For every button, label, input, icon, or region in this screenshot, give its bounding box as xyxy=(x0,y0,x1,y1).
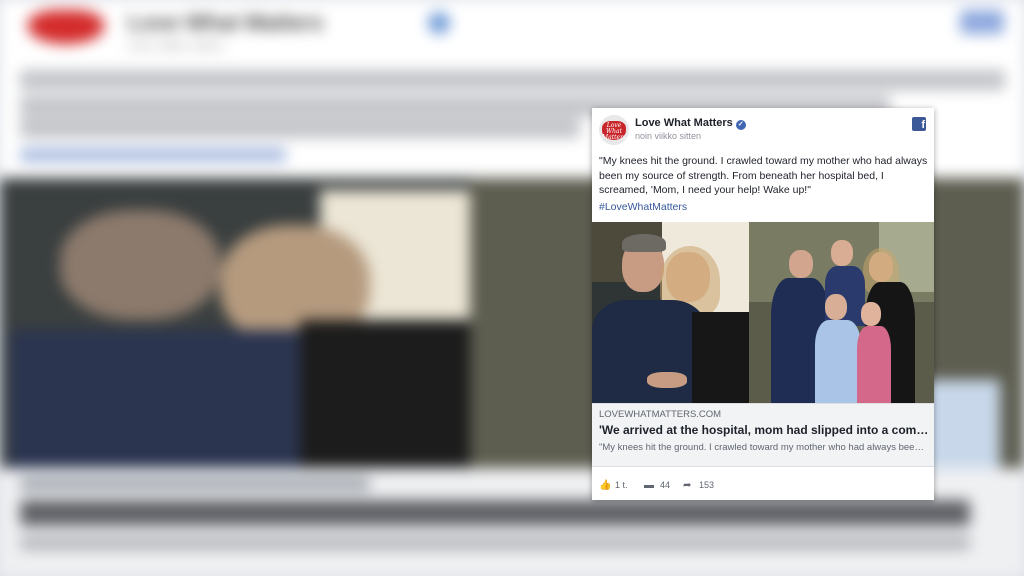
post-timestamp[interactable]: noin viikko sitten xyxy=(635,131,701,141)
photo-shape xyxy=(861,302,881,326)
bg-link-description xyxy=(20,536,970,550)
comments-count[interactable]: ▬ 44 xyxy=(644,480,670,491)
bg-link-title xyxy=(20,500,970,526)
photo-family xyxy=(749,222,934,403)
photo-shape xyxy=(789,250,813,278)
post-text: "My knees hit the ground. I crawled towa… xyxy=(599,155,928,196)
shares-value: 153 xyxy=(699,480,715,490)
link-description: "My knees hit the ground. I crawled towa… xyxy=(599,442,929,453)
avatar-logo-text: Love What Matters xyxy=(601,122,627,141)
likes-count[interactable]: 👍 1 t. xyxy=(599,480,628,491)
verified-badge-icon: ✓ xyxy=(735,120,746,130)
photo-shape xyxy=(647,372,687,388)
bg-hashtag xyxy=(20,148,286,162)
post-photo[interactable] xyxy=(592,222,934,403)
facebook-icon[interactable]: f xyxy=(912,117,926,131)
post-header: Love What Matters Love What Matters ✓ noi… xyxy=(592,108,934,152)
thumbs-up-icon: 👍 xyxy=(599,480,612,491)
bg-photo-shape xyxy=(300,320,470,470)
photo-shape xyxy=(825,294,847,320)
share-arrow-icon: ➦ xyxy=(683,480,692,491)
bg-text-line xyxy=(20,118,580,138)
bg-text-line xyxy=(20,70,1005,90)
page-avatar[interactable]: Love What Matters xyxy=(599,115,629,145)
link-title[interactable]: 'We arrived at the hospital, mom had sli… xyxy=(599,423,929,437)
page-name-link[interactable]: Love What Matters ✓ xyxy=(635,117,746,130)
photo-couple xyxy=(592,222,749,403)
comment-icon: ▬ xyxy=(644,480,654,491)
photo-shape xyxy=(692,312,749,403)
bg-photo-shape xyxy=(60,210,220,320)
photo-shape xyxy=(815,320,861,403)
bg-logo xyxy=(28,10,104,44)
photo-shape xyxy=(857,326,891,403)
bg-domain xyxy=(20,478,370,490)
photo-shape xyxy=(592,300,707,403)
facebook-post-card: Love What Matters Love What Matters ✓ noi… xyxy=(592,108,934,500)
engagement-bar: 👍 1 t. ▬ 44 ➦ 153 xyxy=(592,478,934,494)
bg-facebook-icon xyxy=(960,10,1004,34)
hashtag-link[interactable]: #LoveWhatMatters xyxy=(599,201,687,213)
link-domain: LOVEWHATMATTERS.COM xyxy=(599,409,722,420)
bg-timestamp: noin viikko sitten xyxy=(128,38,224,53)
comments-value: 44 xyxy=(660,480,671,490)
shares-count[interactable]: ➦ 153 xyxy=(683,480,714,491)
photo-shape xyxy=(831,240,853,266)
bg-photo-shape xyxy=(10,330,310,470)
photo-shape xyxy=(622,234,666,252)
page-name: Love What Matters xyxy=(635,117,733,129)
link-preview[interactable]: LOVEWHATMATTERS.COM 'We arrived at the h… xyxy=(592,403,934,467)
bg-page-name: Love What Matters xyxy=(128,10,324,35)
bg-verified-icon xyxy=(428,12,450,34)
likes-value: 1 t. xyxy=(615,480,628,490)
